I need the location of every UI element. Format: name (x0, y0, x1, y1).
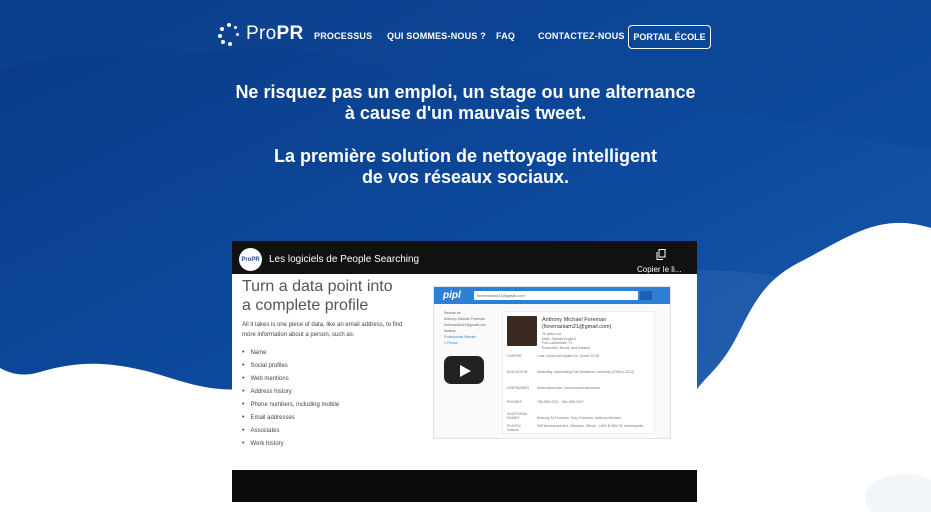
video-title-bar: ProPR Les logiciels de People Searching … (232, 241, 697, 274)
logo-text: ProPR (246, 23, 304, 44)
pipl-logo: pipl (443, 290, 461, 301)
profile-row-value: 786-555-4321 · 561-555-1947 (537, 400, 584, 404)
profile-row: ADDITIONAL NAMES Anthony M Foreman, Tony … (507, 412, 653, 420)
pipl-sidebar: Results for Anthony Michael Foreman fore… (444, 311, 499, 347)
slide-title-line-2: a complete profile (242, 297, 369, 314)
nav-link-processus[interactable]: PROCESSUS (314, 31, 372, 41)
video-title[interactable]: Les logiciels de People Searching (269, 254, 419, 265)
play-icon (460, 365, 471, 377)
slide-bullet-list: Name Social profiles Web mentions Addres… (242, 346, 339, 450)
profile-photo (507, 316, 537, 346)
profile-email-text: (foremaniam21@gmail.com) (542, 324, 612, 330)
hero-line-4: de vos réseaux sociaux. (361, 167, 570, 187)
slide-title: Turn a data point into a complete profil… (242, 277, 422, 315)
list-item: Phone numbers, including mobile (242, 398, 339, 411)
profile-meta: 25 years old Male, Speaks English Fort L… (542, 332, 642, 350)
school-portal-button[interactable]: PORTAIL ÉCOLE (628, 25, 711, 49)
profile-row-value: Anthony M Foreman, Tony Foreman, Anthony… (537, 416, 621, 420)
nav-link-about[interactable]: QUI SOMMES-NOUS ? (387, 31, 486, 41)
profile-name: Anthony Michael Foreman (foremaniam21@gm… (542, 317, 652, 331)
profile-name-text: Anthony Michael Foreman (542, 317, 607, 323)
hero-line-2: à cause d'un mauvais tweet. (344, 103, 587, 123)
pipl-profile-card: Anthony Michael Foreman (foremaniam21@gm… (502, 311, 655, 434)
profile-row-label: USERNAMES (507, 386, 530, 390)
slide-title-line-1: Turn a data point into (242, 278, 393, 295)
list-item: Work history (242, 437, 339, 450)
hero-line-3: La première solution de nettoyage intell… (273, 146, 658, 166)
list-item: Associates (242, 424, 339, 437)
list-item: Email addresses (242, 411, 339, 424)
slide-intro-text: All it takes is one piece of data, like … (242, 322, 403, 338)
list-item: Address history (242, 385, 339, 398)
pipl-header: pipl foremaniam21@gmail.com (434, 287, 670, 304)
profile-row-label: PHONES (507, 400, 522, 404)
profile-row: USERNAMES anthonyforeman, theanonymousfor… (507, 386, 653, 390)
list-item: Social profiles (242, 359, 339, 372)
profile-row-label: EDUCATION (507, 370, 528, 374)
hero-headline: Ne risquez pas un emploi, un stage ou un… (0, 82, 931, 124)
pipl-search-field: foremaniam21@gmail.com (474, 291, 638, 300)
copy-link-icon[interactable] (656, 249, 666, 260)
profile-row: PLACES 308 Westmount Ave, Wheaton, Illino… (507, 424, 653, 432)
nav-link-faq[interactable]: FAQ (496, 31, 515, 41)
nav-link-contact[interactable]: CONTACTEZ-NOUS (538, 31, 625, 41)
video-bottom-bar (232, 470, 697, 502)
hero-subheadline: La première solution de nettoyage intell… (0, 146, 931, 188)
logo-dots-icon (218, 23, 240, 46)
play-button[interactable] (444, 356, 484, 384)
hero-line-1: Ne risquez pas un emploi, un stage ou un… (235, 82, 696, 102)
list-item: 1 Person (444, 341, 459, 345)
list-item: Name (242, 346, 339, 359)
pipl-search-icon (640, 291, 652, 300)
site-header: ProPR PROCESSUS QUI SOMMES-NOUS ? FAQ CO… (0, 0, 931, 74)
profile-meta-line: Evansville, Illinois, and Indiana (542, 345, 590, 350)
profile-row-label: ADDITIONAL NAMES (507, 412, 528, 420)
copy-link-label[interactable]: Copier le li... (637, 265, 681, 274)
profile-row: EDUCATION Marketing, Advertising Pub Rela… (507, 370, 653, 374)
profile-row-label: CAREER (507, 354, 522, 358)
profile-row: CAREER Loss Control at Kaplan Inc. (since… (507, 354, 653, 358)
youtube-video-embed[interactable]: ProPR Les logiciels de People Searching … (232, 241, 697, 502)
profile-row-value: anthonyforeman, theanonymousforeman (537, 386, 601, 390)
profile-row: PHONES 786-555-4321 · 561-555-1947 (507, 400, 653, 404)
profile-row-value: Marketing, Advertising Pub Relations Uni… (537, 370, 635, 374)
channel-avatar[interactable]: ProPR (239, 248, 262, 271)
profile-row-value: Loss Control at Kaplan Inc. (since 2013) (537, 354, 600, 358)
list-item: Web mentions (242, 372, 339, 385)
propr-logo[interactable]: ProPR (218, 20, 303, 48)
